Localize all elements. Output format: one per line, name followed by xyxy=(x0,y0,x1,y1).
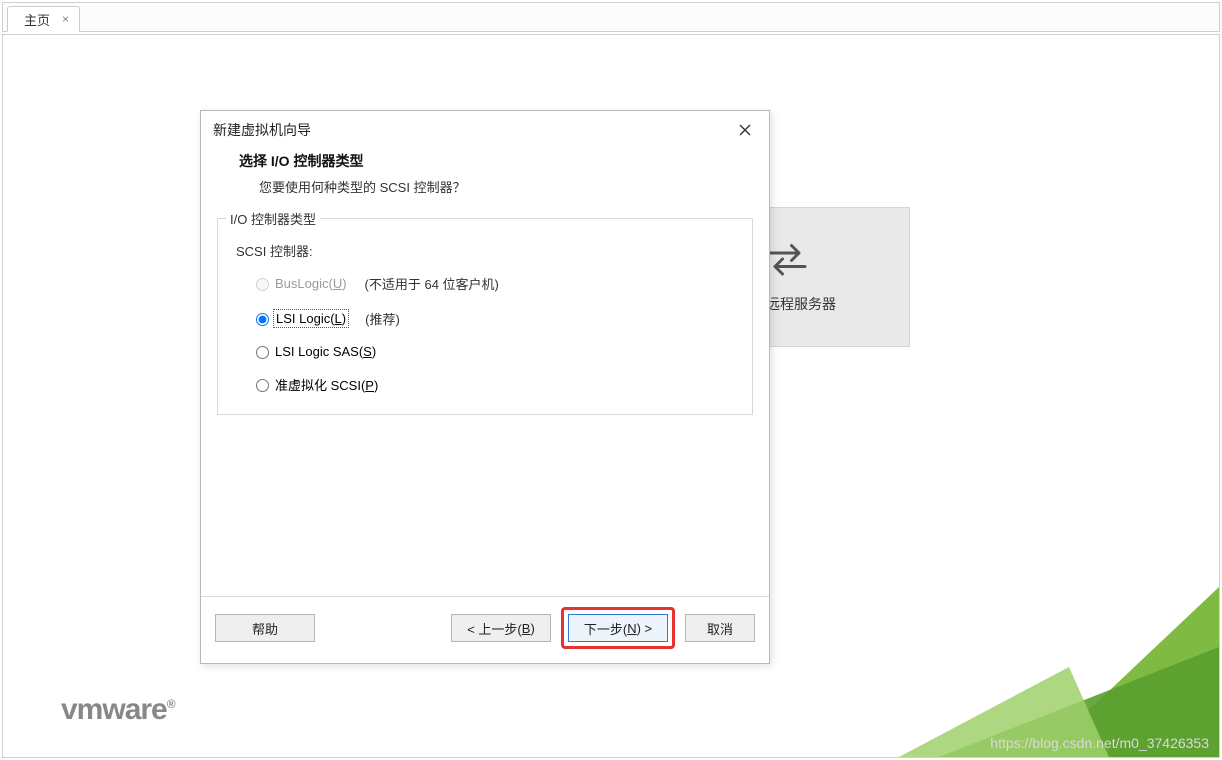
dialog-header: 选择 I/O 控制器类型 您要使用何种类型的 SCSI 控制器？ xyxy=(201,149,769,214)
dialog-titlebar[interactable]: 新建虚拟机向导 xyxy=(201,111,769,149)
radio-lsilogic[interactable]: LSI Logic(L) (推荐) xyxy=(256,309,734,328)
close-icon xyxy=(739,124,751,136)
scsi-controller-label: SCSI 控制器: xyxy=(236,241,734,260)
radio-buslogic: BusLogic(U) (不适用于 64 位客户机) xyxy=(256,274,734,293)
back-button[interactable]: < 上一步(B) xyxy=(451,614,551,642)
radio-lsilogic-sas[interactable]: LSI Logic SAS(S) xyxy=(256,344,734,359)
transfer-arrows-icon xyxy=(763,240,811,278)
radio-lsilogic-sas-label: LSI Logic SAS(S) xyxy=(275,344,376,359)
vmware-logo: vmware® xyxy=(61,693,175,727)
dialog-close-button[interactable] xyxy=(733,118,757,142)
radio-paravirtual-label: 准虚拟化 SCSI(P) xyxy=(275,375,378,394)
dialog-footer: 帮助 < 上一步(B) 下一步(N) > 取消 xyxy=(201,596,769,663)
tab-label: 主页 xyxy=(24,10,50,29)
radio-paravirtual-input[interactable] xyxy=(256,379,269,392)
new-vm-wizard-dialog: 新建虚拟机向导 选择 I/O 控制器类型 您要使用何种类型的 SCSI 控制器？… xyxy=(200,110,770,664)
radio-buslogic-note: (不适用于 64 位客户机) xyxy=(365,274,499,293)
radio-lsilogic-sas-input[interactable] xyxy=(256,346,269,359)
decorative-shapes xyxy=(819,557,1219,757)
group-legend: I/O 控制器类型 xyxy=(226,209,320,228)
radio-lsilogic-note: (推荐) xyxy=(365,309,400,328)
cancel-button[interactable]: 取消 xyxy=(685,614,755,642)
radio-lsilogic-input[interactable] xyxy=(256,313,269,326)
content-area: 连接远程服务器 vmware® https://blog.csdn.net/m0… xyxy=(2,34,1220,758)
close-icon[interactable]: × xyxy=(62,12,69,26)
radio-paravirtual[interactable]: 准虚拟化 SCSI(P) xyxy=(256,375,734,394)
io-controller-group: I/O 控制器类型 SCSI 控制器: BusLogic(U) (不适用于 64… xyxy=(217,218,753,415)
next-button-highlight: 下一步(N) > xyxy=(561,607,675,649)
help-button[interactable]: 帮助 xyxy=(215,614,315,642)
next-button[interactable]: 下一步(N) > xyxy=(568,614,668,642)
dialog-title: 新建虚拟机向导 xyxy=(213,120,311,140)
tab-bar: 主页 × xyxy=(2,2,1220,32)
watermark-text: https://blog.csdn.net/m0_37426353 xyxy=(990,735,1209,751)
tab-home[interactable]: 主页 × xyxy=(7,6,80,32)
radio-buslogic-input xyxy=(256,278,269,291)
radio-lsilogic-label: LSI Logic(L) xyxy=(275,311,347,326)
dialog-header-subtitle: 您要使用何种类型的 SCSI 控制器？ xyxy=(259,177,745,196)
radio-buslogic-label: BusLogic(U) xyxy=(275,276,347,291)
dialog-header-title: 选择 I/O 控制器类型 xyxy=(239,151,745,171)
